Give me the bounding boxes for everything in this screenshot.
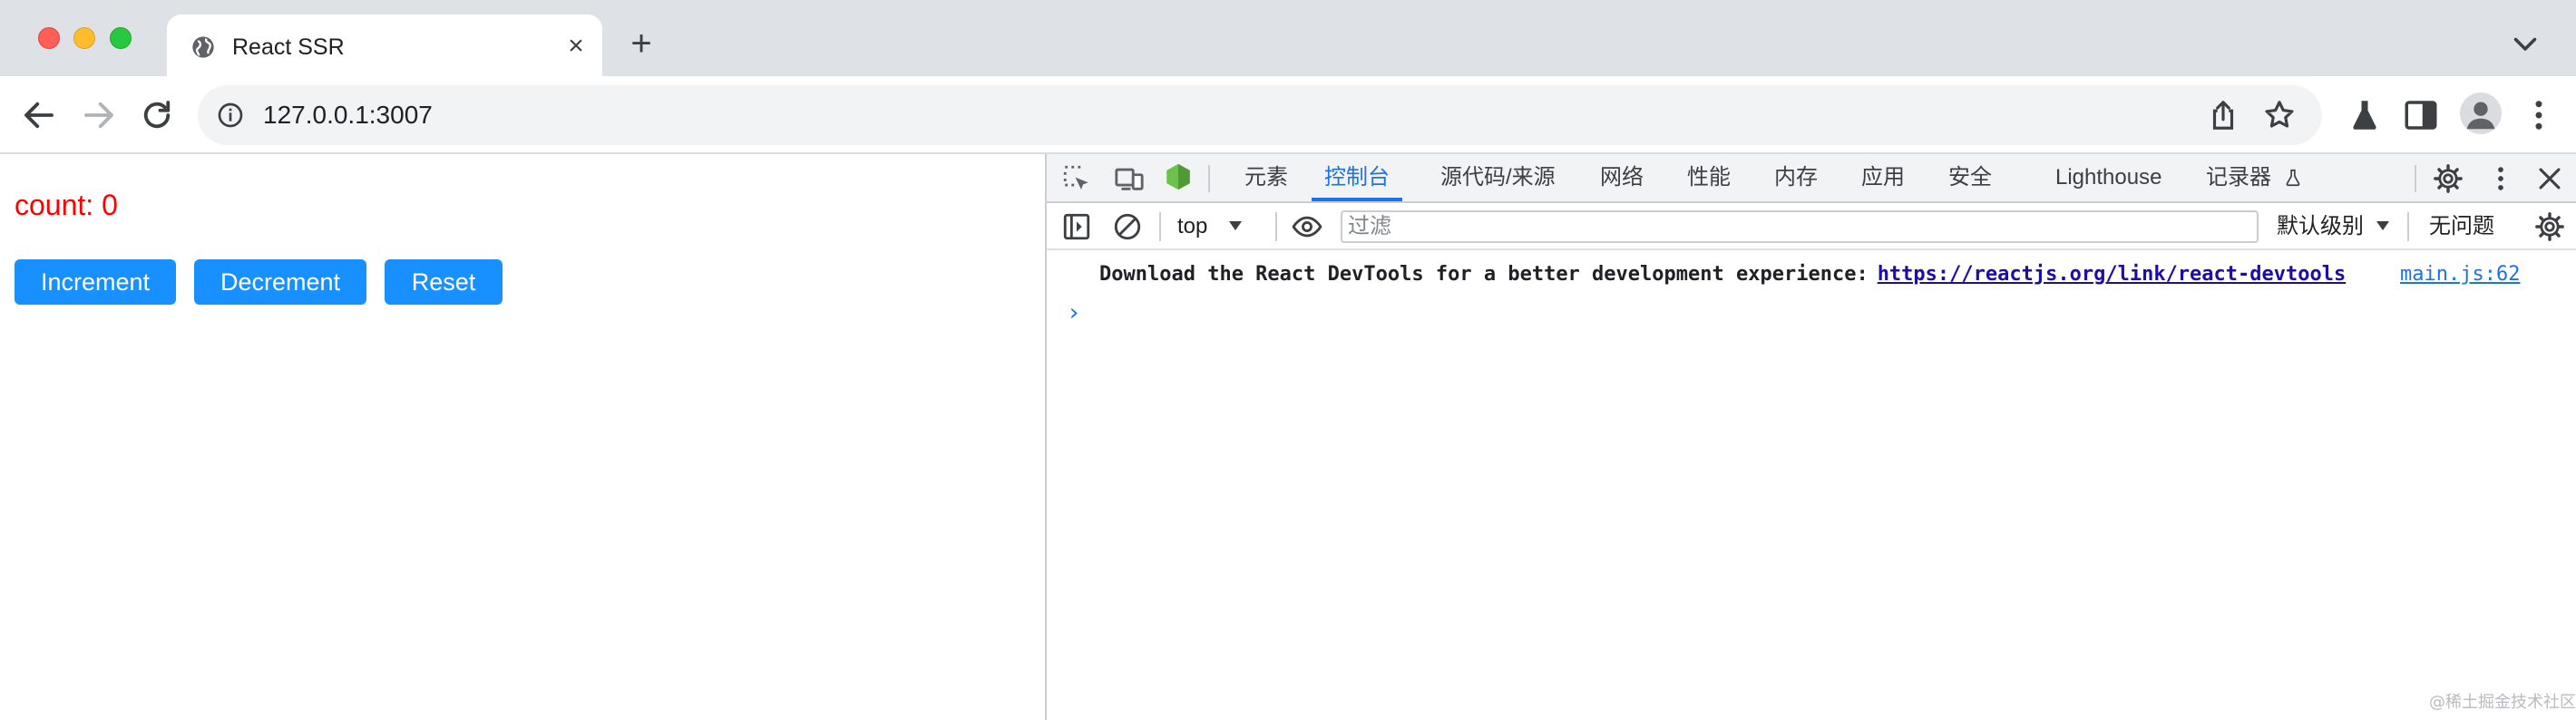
- forward-arrow-icon[interactable]: [80, 96, 118, 134]
- devtools-separator: [1208, 165, 1210, 192]
- device-toolbar-icon[interactable]: [1114, 163, 1145, 194]
- devtools-more-icon[interactable]: [2485, 163, 2516, 194]
- profile-avatar[interactable]: [2460, 92, 2502, 134]
- context-selector[interactable]: top: [1177, 212, 1243, 241]
- tab-memory[interactable]: 内存: [1774, 154, 1818, 201]
- count-text: count: 0: [15, 189, 118, 221]
- tab-lighthouse[interactable]: Lighthouse: [2055, 154, 2161, 201]
- labs-flask-icon[interactable]: [2346, 96, 2384, 134]
- tab-network[interactable]: 网络: [1600, 154, 1644, 201]
- browser-tab[interactable]: React SSR ×: [167, 15, 602, 76]
- settings-gear-icon[interactable]: [2433, 163, 2464, 194]
- share-icon[interactable]: [2206, 98, 2240, 132]
- tab-title: React SSR: [232, 34, 345, 60]
- dropdown-triangle-icon: [1229, 221, 1243, 230]
- live-expression-eye-icon[interactable]: [1292, 211, 1322, 242]
- context-selector-value: top: [1177, 214, 1208, 238]
- tab-recorder[interactable]: 记录器: [2206, 154, 2303, 201]
- console-filter[interactable]: [1341, 210, 2259, 243]
- watermark: @稀土掘金技术社区: [2429, 693, 2576, 712]
- page-viewport: count: 0 Increment Decrement Reset: [0, 154, 1045, 720]
- message-source-link[interactable]: main.js:62: [2400, 261, 2520, 288]
- increment-button[interactable]: Increment: [15, 259, 176, 305]
- site-info-icon[interactable]: [216, 101, 245, 130]
- console-message: Download the React DevTools for a better…: [1099, 261, 2346, 288]
- devtools-separator: [2415, 165, 2416, 192]
- tab-close-icon[interactable]: ×: [561, 31, 591, 62]
- decrement-button[interactable]: Decrement: [194, 259, 366, 305]
- reset-button[interactable]: Reset: [385, 259, 503, 305]
- console-message-text: Download the React DevTools for a better…: [1099, 263, 1869, 286]
- back-arrow-icon[interactable]: [20, 96, 58, 134]
- filter-input[interactable]: [1342, 212, 2257, 241]
- more-menu-icon[interactable]: [2520, 96, 2558, 134]
- maximize-window-button[interactable]: [110, 27, 132, 49]
- devtools-tab-bar: 元素 控制台 源代码/来源 网络 性能 内存 应用 安全 Lighthouse …: [1047, 154, 2576, 203]
- url-text[interactable]: 127.0.0.1:3007: [263, 100, 433, 131]
- bookmark-star-icon[interactable]: [2262, 98, 2297, 132]
- toolbar-separator: [1159, 212, 1161, 241]
- tab-security[interactable]: 安全: [1948, 154, 1992, 201]
- show-sidebar-icon[interactable]: [1061, 211, 1092, 242]
- browser-toolbar: 127.0.0.1:3007: [0, 76, 2576, 154]
- react-devtools-link[interactable]: https://reactjs.org/link/react-devtools: [1878, 263, 2347, 286]
- devtools-panel: 元素 控制台 源代码/来源 网络 性能 内存 应用 安全 Lighthouse …: [1045, 154, 2576, 720]
- reload-icon[interactable]: [138, 96, 176, 134]
- tab-application[interactable]: 应用: [1861, 154, 1905, 201]
- minimize-window-button[interactable]: [73, 27, 95, 49]
- new-tab-button[interactable]: +: [623, 25, 659, 62]
- person-icon: [2466, 102, 2495, 130]
- console-toolbar: top 默认级别 无问题: [1047, 203, 2576, 250]
- dropdown-triangle-icon: [2376, 221, 2389, 230]
- toolbar-separator: [1275, 212, 1277, 241]
- log-levels-label: 默认级别: [2277, 214, 2364, 238]
- tab-recorder-label: 记录器: [2206, 165, 2271, 190]
- experiment-flask-icon: [2286, 169, 2300, 187]
- tab-elements[interactable]: 元素: [1244, 154, 1288, 201]
- tab-search-chevron-icon[interactable]: [2509, 27, 2542, 60]
- tab-sources[interactable]: 源代码/来源: [1440, 154, 1556, 201]
- console-settings-gear-icon[interactable]: [2534, 211, 2565, 242]
- close-window-button[interactable]: [38, 27, 60, 49]
- inspect-element-icon[interactable]: [1061, 163, 1092, 194]
- node-hexagon-icon[interactable]: [1163, 161, 1194, 192]
- console-prompt-chevron-icon[interactable]: ›: [1067, 299, 1081, 326]
- tab-performance[interactable]: 性能: [1687, 154, 1731, 201]
- tab-console[interactable]: 控制台: [1312, 154, 1402, 201]
- address-bar[interactable]: 127.0.0.1:3007: [198, 85, 2322, 145]
- tab-strip: React SSR × +: [0, 0, 2576, 76]
- side-panel-icon[interactable]: [2402, 96, 2440, 134]
- clear-console-icon[interactable]: [1112, 211, 1143, 242]
- log-levels-dropdown[interactable]: 默认级别: [2277, 212, 2390, 241]
- toolbar-separator: [2407, 212, 2409, 241]
- issues-counter[interactable]: 无问题: [2429, 212, 2494, 241]
- close-devtools-icon[interactable]: [2534, 163, 2565, 194]
- globe-icon: [192, 36, 214, 58]
- console-output: Download the React DevTools for a better…: [1047, 250, 2576, 720]
